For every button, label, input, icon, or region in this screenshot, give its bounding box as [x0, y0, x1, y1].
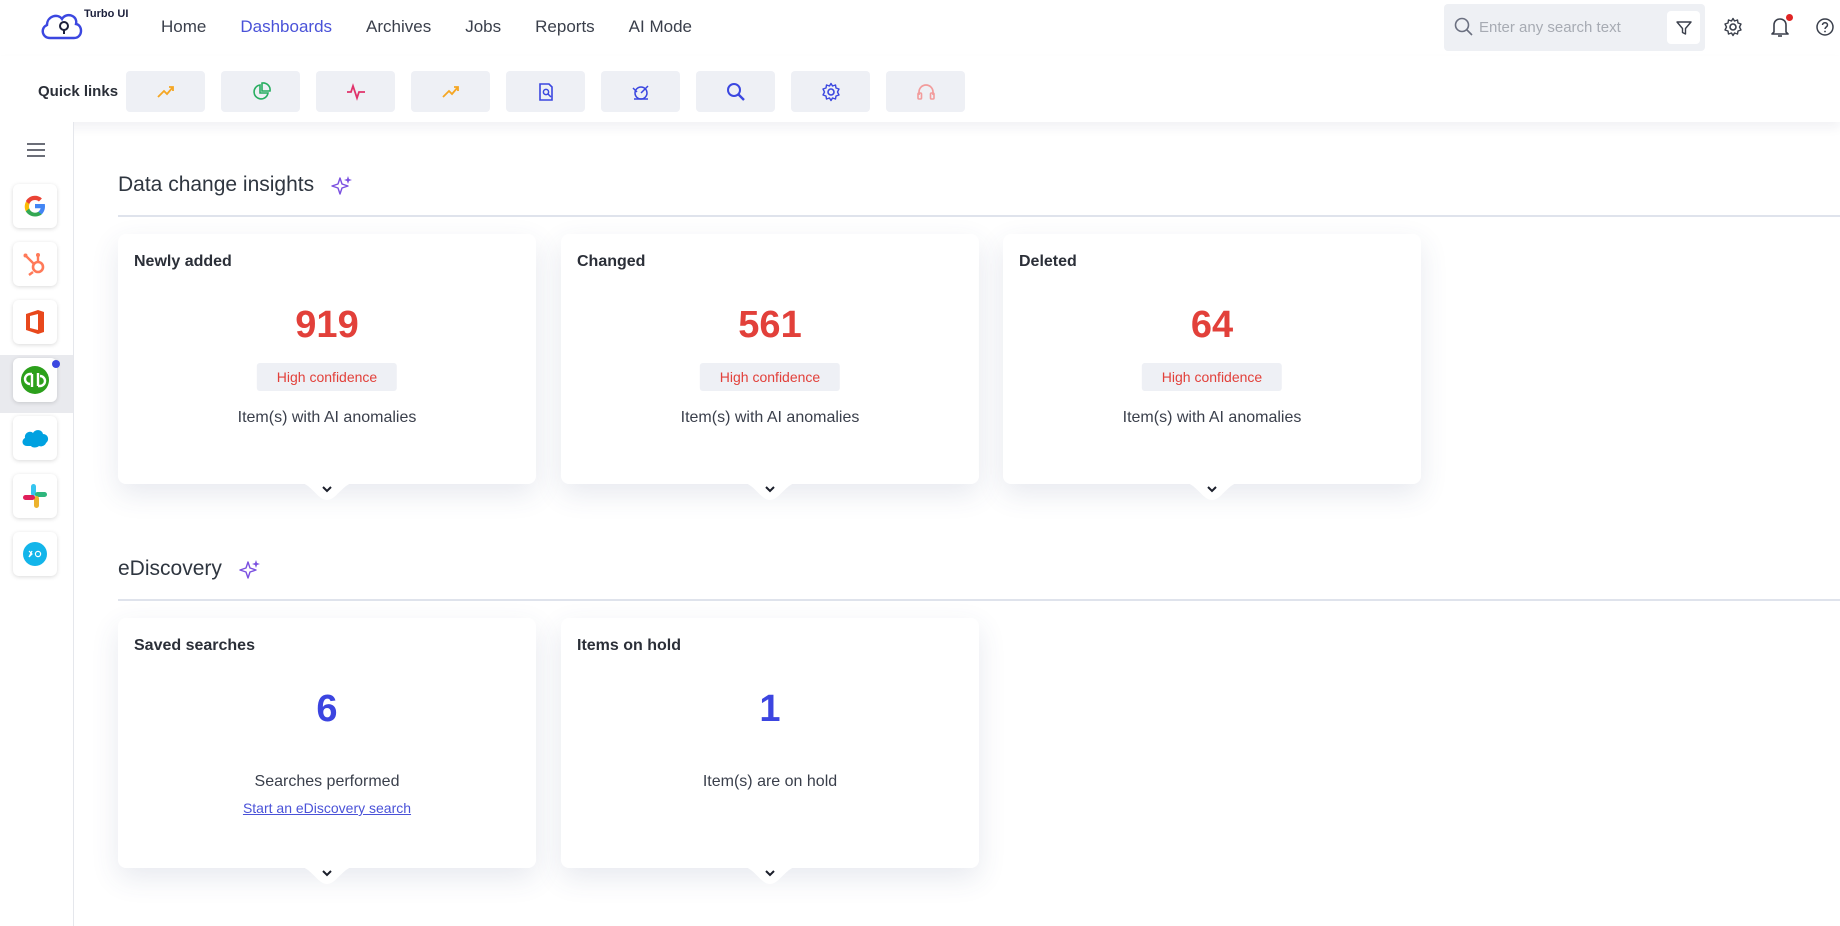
nav-home[interactable]: Home [161, 17, 206, 37]
search-input[interactable] [1479, 16, 1659, 38]
card-title: Saved searches [134, 637, 255, 654]
confidence-badge: High confidence [1141, 363, 1283, 391]
ediscovery-section-title: eDiscovery [118, 557, 222, 580]
main-nav: Home Dashboards Archives Jobs Reports AI… [161, 17, 726, 37]
card-value[interactable]: 6 [118, 688, 536, 731]
ediscovery-card-items-on-hold: Items on hold 1 Item(s) are on hold [561, 618, 979, 884]
card-description: Item(s) with AI anomalies [680, 409, 860, 426]
expand-card-button[interactable] [740, 482, 800, 506]
quick-link-support[interactable] [886, 71, 965, 112]
hamburger-icon [27, 143, 45, 157]
quick-link-search[interactable] [696, 71, 775, 112]
search-box [1444, 4, 1705, 51]
headset-icon [916, 83, 935, 100]
expand-card-button[interactable] [297, 482, 357, 506]
ediscovery-section-divider [118, 599, 1840, 601]
expand-card-button[interactable] [740, 866, 800, 890]
quick-link-pulse[interactable] [316, 71, 395, 112]
ai-sparkle-icon [331, 176, 352, 195]
quick-link-radar[interactable] [601, 71, 680, 112]
ediscovery-card-saved-searches: Saved searches 6 Searches performed Star… [118, 618, 536, 884]
xero-app-icon [23, 542, 47, 566]
sidebar-app-office[interactable] [13, 300, 57, 344]
menu-toggle-button[interactable] [26, 142, 46, 163]
pulse-icon [346, 82, 365, 101]
help-icon [1816, 18, 1834, 36]
hubspot-app-icon [23, 253, 45, 276]
notifications-button[interactable] [1767, 14, 1793, 40]
expand-card-button[interactable] [297, 866, 357, 890]
trend-up-icon [441, 85, 459, 98]
sidebar-app-quickbooks[interactable] [13, 358, 57, 402]
ai-sparkle-icon [239, 560, 260, 579]
cloud-logo-icon [41, 13, 83, 40]
filter-icon [1675, 20, 1692, 35]
card-value[interactable]: 561 [561, 304, 979, 347]
search-icon [726, 82, 745, 101]
insight-card-deleted: Deleted 64 High confidence Item(s) with … [1003, 234, 1421, 500]
nav-jobs[interactable]: Jobs [465, 17, 501, 37]
card-value[interactable]: 919 [118, 304, 536, 347]
help-button[interactable] [1812, 14, 1838, 40]
chevron-down-icon [765, 486, 775, 493]
app-sidebar [0, 122, 74, 926]
nav-dashboards[interactable]: Dashboards [240, 17, 332, 37]
top-bar: Turbo UI Home Dashboards Archives Jobs R… [0, 0, 1840, 56]
trend-up-icon [156, 85, 174, 98]
nav-archives[interactable]: Archives [366, 17, 431, 37]
quick-link-trend-2[interactable] [411, 71, 490, 112]
quickbooks-app-icon [21, 366, 49, 394]
salesforce-app-icon [22, 430, 49, 448]
card-value[interactable]: 1 [561, 688, 979, 731]
quick-links-bar: Quick links [0, 56, 1840, 122]
card-title: Items on hold [577, 637, 681, 654]
chevron-down-icon [322, 486, 332, 493]
expand-card-button[interactable] [1182, 482, 1242, 506]
sidebar-app-hubspot[interactable] [13, 242, 57, 286]
sidebar-app-salesforce[interactable] [13, 416, 57, 460]
app-name: Turbo UI [84, 8, 129, 20]
report-search-icon [538, 82, 553, 101]
confidence-badge: High confidence [699, 363, 841, 391]
pie-chart-icon [252, 81, 271, 100]
insights-section-title: Data change insights [118, 173, 315, 196]
search-icon [1454, 17, 1473, 36]
card-description: Searches performed [254, 773, 400, 790]
card-description: Item(s) with AI anomalies [1122, 409, 1302, 426]
notification-badge [1786, 14, 1793, 21]
insight-card-newly-added: Newly added 919 High confidence Item(s) … [118, 234, 536, 500]
chevron-down-icon [1207, 486, 1217, 493]
gear-icon [821, 82, 840, 101]
quick-link-report-search[interactable] [506, 71, 585, 112]
card-title: Newly added [134, 253, 232, 270]
insight-card-changed: Changed 561 High confidence Item(s) with… [561, 234, 979, 500]
quick-link-trend[interactable] [126, 71, 205, 112]
card-description: Item(s) with AI anomalies [237, 409, 417, 426]
start-ediscovery-link[interactable]: Start an eDiscovery search [118, 800, 536, 816]
quick-link-pie[interactable] [221, 71, 300, 112]
sidebar-app-google[interactable] [13, 184, 57, 228]
card-value[interactable]: 64 [1003, 304, 1421, 347]
chevron-down-icon [765, 870, 775, 877]
quick-links-label: Quick links [38, 83, 119, 100]
filter-button[interactable] [1667, 11, 1700, 44]
sidebar-app-xero[interactable] [13, 532, 57, 576]
nav-reports[interactable]: Reports [535, 17, 595, 37]
card-description: Item(s) are on hold [702, 773, 838, 790]
insights-section-divider [118, 215, 1840, 217]
slack-app-icon [23, 484, 47, 508]
settings-button[interactable] [1720, 14, 1746, 40]
gear-icon [1724, 17, 1742, 37]
card-title: Deleted [1019, 253, 1077, 270]
google-app-icon [24, 195, 45, 217]
nav-ai-mode[interactable]: AI Mode [629, 17, 692, 37]
active-app-indicator [52, 360, 60, 368]
office-app-icon [26, 310, 44, 334]
chevron-down-icon [322, 870, 332, 877]
quick-link-settings[interactable] [791, 71, 870, 112]
sidebar-app-slack[interactable] [13, 474, 57, 518]
card-title: Changed [577, 253, 646, 270]
radar-icon [631, 84, 649, 100]
confidence-badge: High confidence [256, 363, 398, 391]
